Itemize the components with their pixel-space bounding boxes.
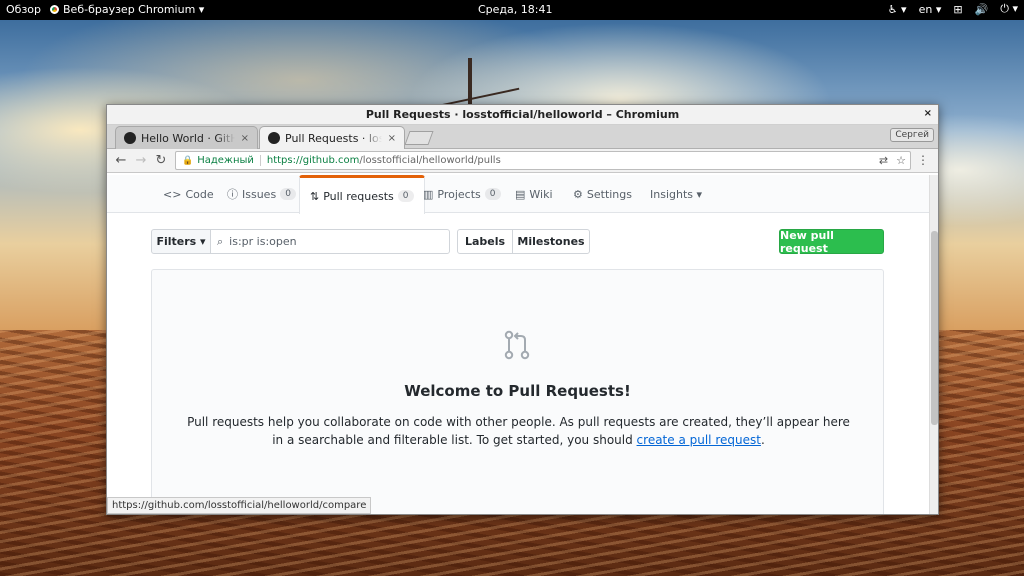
- clock[interactable]: Среда, 18:41: [478, 3, 552, 16]
- new-pull-request-button[interactable]: New pull request: [779, 229, 884, 255]
- translate-icon[interactable]: ⇄: [879, 154, 888, 167]
- browser-menu-icon[interactable]: ⋮: [917, 153, 929, 167]
- tab-projects[interactable]: ▥ Projects 0: [423, 175, 501, 213]
- code-icon: <>: [163, 187, 182, 201]
- tab-strip: Hello World · GitHub × Pull Requests · l…: [107, 125, 938, 149]
- tab-pull-requests[interactable]: Pull Requests · losstofficial/helloworld…: [259, 126, 405, 149]
- gear-icon: ⚙: [573, 187, 583, 201]
- github-favicon-icon: [268, 132, 280, 144]
- milestones-button[interactable]: Milestones: [512, 229, 590, 254]
- network-icon[interactable]: ⊞: [953, 3, 962, 16]
- projects-counter: 0: [484, 188, 501, 200]
- git-pull-request-icon: [504, 330, 530, 360]
- page-content: <> Code ⓘ Issues 0 ⇅ Pull requests 0 ▥ P…: [107, 175, 930, 514]
- back-arrow-icon[interactable]: ←: [111, 153, 131, 168]
- blankslate-heading: Welcome to Pull Requests!: [404, 382, 631, 400]
- blankslate-text-after: .: [760, 433, 765, 447]
- new-tab-button[interactable]: [404, 131, 434, 145]
- search-icon: ⌕: [217, 234, 224, 248]
- tab-title: Hello World · GitHub: [141, 131, 235, 145]
- tab-code-label: Code: [185, 187, 214, 201]
- volume-icon[interactable]: 🔊: [975, 3, 989, 16]
- tab-hello-world[interactable]: Hello World · GitHub ×: [115, 126, 258, 149]
- tab-settings-label: Settings: [586, 187, 632, 201]
- page-scrollbar[interactable]: [929, 175, 938, 514]
- tab-settings[interactable]: ⚙ Settings: [573, 175, 632, 213]
- blankslate: Welcome to Pull Requests! Pull requests …: [151, 269, 884, 514]
- tab-issues[interactable]: ⓘ Issues 0: [227, 175, 296, 213]
- reload-icon[interactable]: ↻: [151, 153, 171, 168]
- tab-issues-label: Issues: [242, 187, 277, 201]
- create-pull-request-link[interactable]: create a pull request: [637, 433, 761, 447]
- address-bar[interactable]: 🔒 Надежный https://github.com/losstoffic…: [175, 151, 911, 170]
- tab-close-icon[interactable]: ×: [388, 133, 396, 144]
- app-menu-label: Веб-браузер Chromium ▾: [63, 3, 205, 16]
- filters-dropdown-button[interactable]: Filters ▾: [151, 229, 211, 254]
- scrollbar-thumb[interactable]: [931, 231, 938, 425]
- secure-label: Надежный: [197, 155, 261, 166]
- power-icon[interactable]: ⏻ ▾: [1000, 2, 1018, 16]
- forward-arrow-icon[interactable]: →: [131, 153, 151, 168]
- blankslate-text: Pull requests help you collaborate on co…: [182, 413, 855, 449]
- tab-insights[interactable]: Insights ▾: [650, 175, 702, 213]
- browser-toolbar: ← → ↻ 🔒 Надежный https://github.com/loss…: [107, 149, 938, 173]
- tab-wiki[interactable]: ▤ Wiki: [515, 175, 553, 213]
- keyboard-layout-indicator[interactable]: en ▾: [919, 3, 942, 16]
- activities-button[interactable]: Обзор: [6, 3, 41, 16]
- tab-code[interactable]: <> Code: [163, 175, 214, 213]
- lock-icon: 🔒: [182, 155, 194, 166]
- window-close-icon[interactable]: ×: [924, 108, 932, 119]
- url-host: https://github.com: [266, 155, 360, 166]
- window-titlebar[interactable]: Pull Requests · losstofficial/helloworld…: [107, 105, 938, 125]
- window-title: Pull Requests · losstofficial/helloworld…: [365, 108, 680, 121]
- profile-button[interactable]: Сергей: [890, 128, 934, 142]
- search-field[interactable]: ⌕: [210, 229, 450, 254]
- tab-projects-label: Projects: [437, 187, 481, 201]
- accessibility-icon[interactable]: ♿ ▾: [888, 3, 907, 16]
- tab-wiki-label: Wiki: [529, 187, 553, 201]
- repo-nav: <> Code ⓘ Issues 0 ⇅ Pull requests 0 ▥ P…: [107, 175, 930, 214]
- labels-button[interactable]: Labels: [457, 229, 513, 254]
- tab-title: Pull Requests · losstofficial/helloworld: [285, 131, 382, 145]
- browser-window: Pull Requests · losstofficial/helloworld…: [106, 104, 939, 515]
- url-text: https://github.com/losstofficial/hellowo…: [267, 155, 501, 166]
- issues-counter: 0: [280, 188, 296, 200]
- chromium-icon: [50, 5, 59, 14]
- pulls-counter: 0: [397, 190, 414, 202]
- tab-close-icon[interactable]: ×: [241, 133, 249, 144]
- git-pull-request-icon: ⇅: [310, 189, 320, 203]
- tab-pulls-label: Pull requests: [323, 189, 394, 203]
- system-tray: ♿ ▾ en ▾ ⊞ 🔊 ⏻ ▾: [888, 2, 1018, 16]
- tab-insights-label: Insights ▾: [650, 187, 703, 201]
- search-input[interactable]: [229, 235, 430, 248]
- top-panel: Обзор Веб-браузер Chromium ▾ Среда, 18:4…: [0, 0, 1024, 20]
- tab-pull-requests-selected[interactable]: ⇅ Pull requests 0: [299, 175, 425, 214]
- issue-opened-icon: ⓘ: [227, 188, 238, 201]
- project-icon: ▥: [423, 187, 434, 201]
- book-icon: ▤: [515, 187, 526, 201]
- app-menu[interactable]: Веб-браузер Chromium ▾: [50, 3, 204, 16]
- url-path: /losstofficial/helloworld/pulls: [359, 155, 501, 166]
- github-favicon-icon: [124, 132, 136, 144]
- bookmark-star-icon[interactable]: ☆: [896, 154, 906, 167]
- link-status-bubble: https://github.com/losstofficial/hellowo…: [107, 497, 372, 514]
- filter-bar: Filters ▾ ⌕ Labels Milestones New pull r…: [151, 229, 884, 255]
